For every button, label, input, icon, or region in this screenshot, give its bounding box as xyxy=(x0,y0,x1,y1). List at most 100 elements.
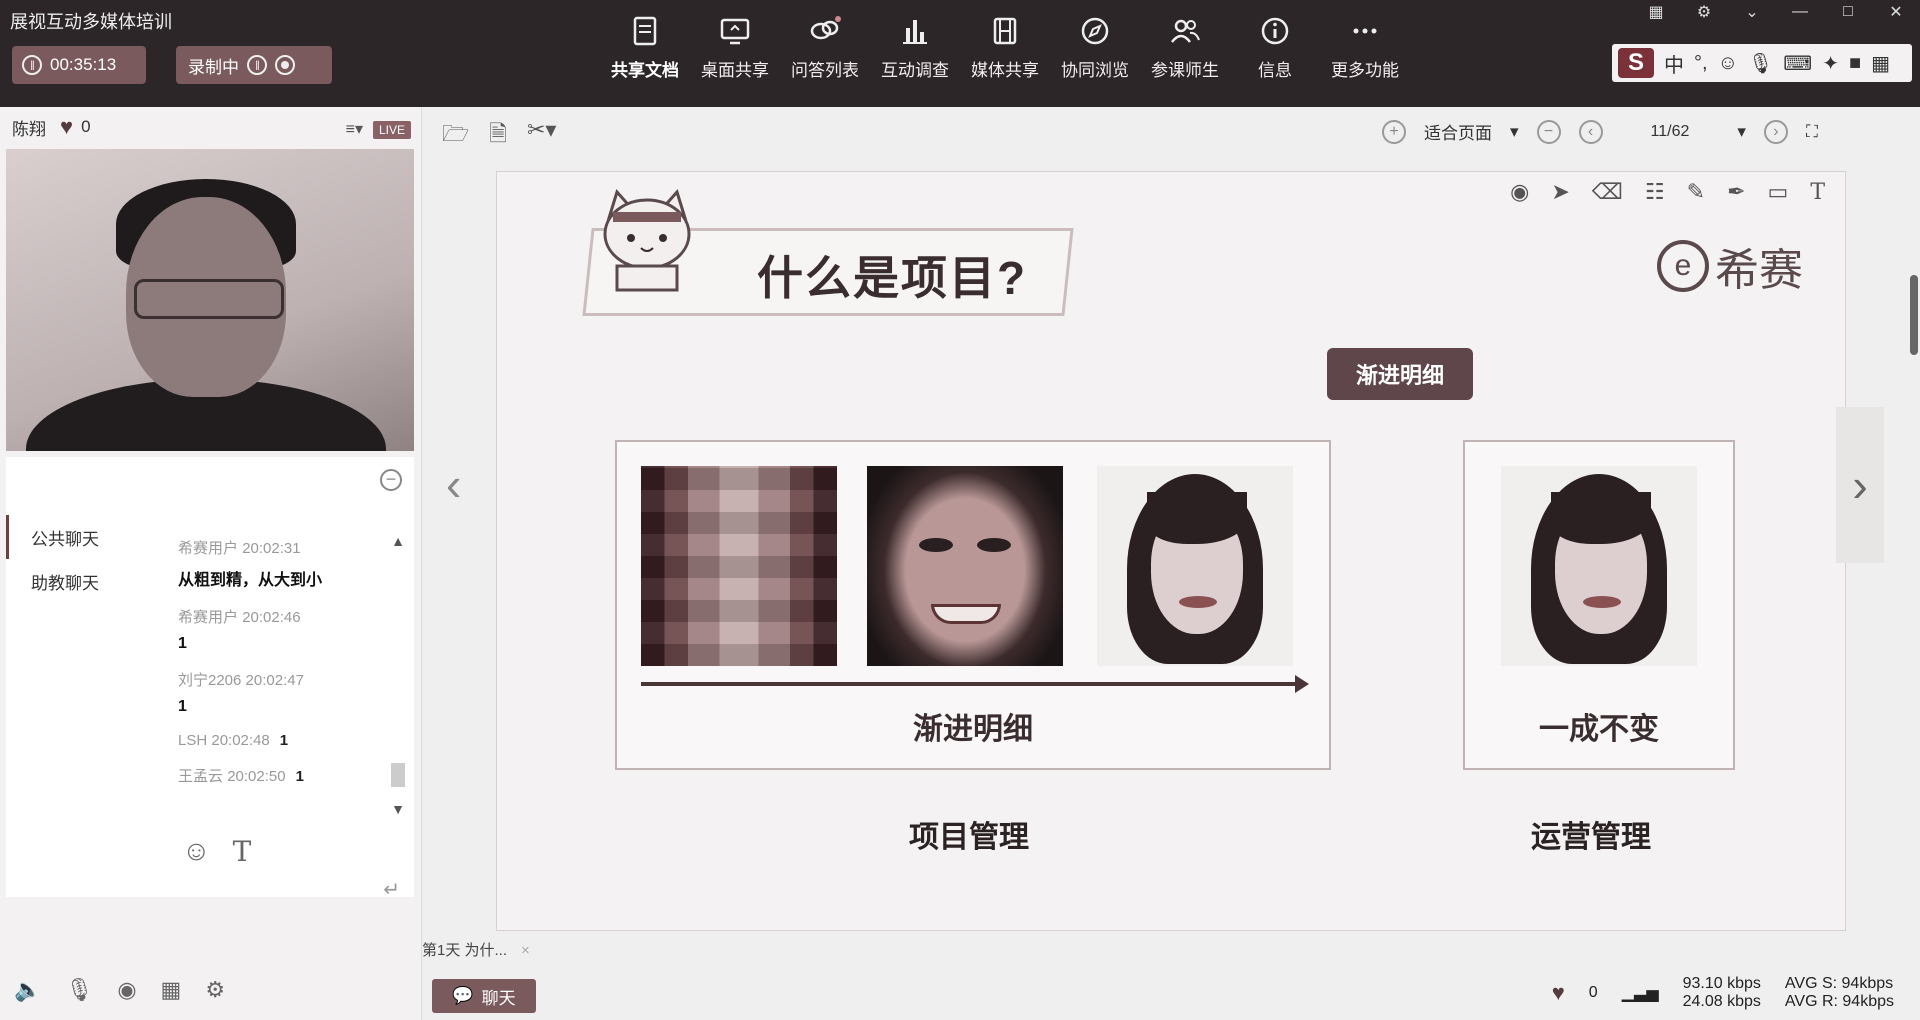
folder-open-icon[interactable]: 🗁 xyxy=(442,117,469,155)
tool-label: 共享文档 xyxy=(611,61,679,80)
message-text: 1 xyxy=(279,732,289,749)
tool-label: 问答列表 xyxy=(791,61,859,80)
collapse-icon[interactable]: − xyxy=(380,469,402,491)
brand-text: 希赛 xyxy=(1715,246,1803,295)
scroll-down-icon[interactable]: ▼ xyxy=(388,801,408,817)
fullscreen-icon[interactable]: ⛶ xyxy=(1806,122,1818,142)
media-film-icon xyxy=(993,17,1017,45)
pause-icon: || xyxy=(22,55,42,75)
ime-mode[interactable]: 中 xyxy=(1664,49,1684,78)
document-scrollbar[interactable] xyxy=(1910,275,1918,355)
sogou-logo-icon[interactable]: S xyxy=(1618,48,1654,78)
progress-arrow xyxy=(641,675,1309,693)
close-icon[interactable]: ✕ xyxy=(1872,0,1920,24)
heart-icon[interactable]: ♥ xyxy=(1552,980,1565,1006)
new-file-icon[interactable]: 🗎 xyxy=(489,117,507,155)
toolbox-icon[interactable]: ✦ xyxy=(1822,51,1839,76)
scroll-thumb[interactable] xyxy=(391,763,405,787)
minimize-icon[interactable]: — xyxy=(1776,0,1824,24)
keyboard-icon[interactable]: ⌨ xyxy=(1783,51,1812,76)
next-slide-icon[interactable]: › xyxy=(1836,407,1884,563)
stop-recording-icon[interactable] xyxy=(275,55,295,75)
image-icon[interactable]: ▦ xyxy=(161,977,182,1003)
eraser-icon[interactable]: ⌫ xyxy=(1592,179,1623,205)
record-dot-icon[interactable]: ◉ xyxy=(1510,179,1529,205)
pen-icon[interactable]: ✒ xyxy=(1727,179,1745,205)
speaker-icon[interactable]: 🔈 xyxy=(14,977,41,1003)
zoom-out-icon[interactable]: − xyxy=(1536,119,1561,144)
heart-icon[interactable]: ♥ xyxy=(60,114,73,140)
message-time: 20:02:31 xyxy=(242,540,301,557)
tab-public-chat[interactable]: 公共聊天 xyxy=(6,515,136,559)
rectangle-icon[interactable]: ▭ xyxy=(1768,179,1789,205)
chevron-down-icon[interactable]: ▾ xyxy=(1510,122,1519,142)
maximize-icon[interactable]: □ xyxy=(1824,0,1872,24)
message-user: 刘宁2206 xyxy=(178,672,242,689)
scroll-up-icon[interactable]: ▲ xyxy=(388,533,408,549)
settings-gear-icon[interactable]: ⚙ xyxy=(205,977,225,1003)
mouth xyxy=(931,604,1001,624)
tool-survey[interactable]: 互动调查 xyxy=(870,14,960,94)
tool-qa-list[interactable]: 问答列表 xyxy=(780,14,870,94)
message-time: 20:02:50 xyxy=(227,768,286,785)
page-dropdown-icon[interactable]: ▾ xyxy=(1737,122,1746,142)
send-enter-icon[interactable]: ↵ xyxy=(383,877,400,902)
survey-chart-icon xyxy=(903,20,927,44)
clear-brush-icon[interactable]: ☷ xyxy=(1645,179,1665,205)
drawing-tools: ◉ ➤ ⌫ ☷ ✎ ✒ ▭ T xyxy=(1510,172,1825,212)
zoom-controls: + 适合页面 ▾ − ‹ 11/62 ▾ › ⛶ xyxy=(1382,119,1818,144)
grid-menu-icon[interactable]: ▦ xyxy=(1632,0,1680,24)
pause-recording-icon[interactable]: || xyxy=(247,55,267,75)
smiley-icon[interactable]: ☺ xyxy=(1718,52,1738,75)
session-timer[interactable]: || 00:35:13 xyxy=(12,46,146,84)
slide-canvas[interactable]: ◉ ➤ ⌫ ☷ ✎ ✒ ▭ T 什么是项目? e 希赛 渐进明细 渐进明细 一成… xyxy=(496,171,1846,931)
text-tool-icon[interactable]: T xyxy=(1810,180,1825,205)
emoji-icon[interactable]: ☺ xyxy=(182,835,211,868)
zoom-in-icon[interactable]: + xyxy=(1382,119,1406,144)
close-tab-icon[interactable]: × xyxy=(521,942,530,959)
ime-punct[interactable]: °, xyxy=(1694,52,1708,75)
chevron-down-icon[interactable]: ⌄ xyxy=(1728,0,1776,24)
prev-slide-icon[interactable]: ‹ xyxy=(446,457,461,511)
document-tab[interactable]: 第1天 为什... × xyxy=(422,939,530,960)
bandwidth: 93.10 kbps 24.08 kbps xyxy=(1683,975,1761,1011)
more-dots-icon xyxy=(1353,28,1377,34)
grid-apps-icon[interactable]: ▦ xyxy=(1871,51,1890,76)
tool-more[interactable]: 更多功能 xyxy=(1320,14,1410,94)
microphone-icon[interactable]: 🎙 xyxy=(1748,51,1773,76)
pointer-icon[interactable]: ➤ xyxy=(1551,179,1569,205)
camera-icon[interactable]: ◉ xyxy=(117,977,136,1003)
text-format-icon[interactable]: T xyxy=(233,835,252,868)
prev-page-icon[interactable]: ‹ xyxy=(1578,119,1603,144)
media-controls: 🔈 🎙 ◉ ▦ ⚙ xyxy=(14,977,225,1003)
tool-document-share[interactable]: 共享文档 xyxy=(600,14,690,94)
tab-assistant-chat[interactable]: 助教聊天 xyxy=(6,559,136,603)
message-time: 20:02:47 xyxy=(245,672,304,689)
tool-desktop-share[interactable]: 桌面共享 xyxy=(690,14,780,94)
page-number[interactable]: 11/62 xyxy=(1651,123,1690,141)
chat-message: 希赛用户 20:02:31 从粗到精，从大到小 xyxy=(178,537,378,590)
message-time: 20:02:46 xyxy=(242,609,301,626)
highlighter-icon[interactable]: ✎ xyxy=(1687,179,1705,205)
tag-badge: 渐进明细 xyxy=(1327,348,1473,400)
box1-label: 渐进明细 xyxy=(913,713,1033,746)
next-page-icon[interactable]: › xyxy=(1763,119,1788,144)
chat-scrollbar[interactable]: ▲ ▼ xyxy=(388,533,408,817)
settings-gear-icon[interactable]: ⚙ xyxy=(1680,0,1728,24)
live-badge: LIVE xyxy=(372,121,411,139)
document-share-icon xyxy=(633,16,657,46)
timer-value: 00:35:13 xyxy=(50,55,117,74)
list-menu-icon[interactable]: ≡▾ xyxy=(346,119,363,139)
chat-button[interactable]: 💬 聊天 xyxy=(432,979,536,1013)
microphone-icon[interactable]: 🎙 xyxy=(65,977,93,1003)
tool-info[interactable]: 信息 xyxy=(1230,14,1320,94)
tool-participants[interactable]: 参课师生 xyxy=(1140,14,1230,94)
tool-co-browse[interactable]: 协同浏览 xyxy=(1050,14,1140,94)
scissors-icon[interactable]: ✂▾ xyxy=(527,117,556,155)
brand-logo: e 希赛 xyxy=(1657,234,1803,298)
skin-shirt-icon[interactable]: ■ xyxy=(1849,52,1861,75)
fit-select[interactable]: 适合页面 xyxy=(1424,119,1492,144)
tool-media-share[interactable]: 媒体共享 xyxy=(960,14,1050,94)
recording-control[interactable]: 录制中 || xyxy=(176,46,332,84)
tool-label: 桌面共享 xyxy=(701,61,769,80)
